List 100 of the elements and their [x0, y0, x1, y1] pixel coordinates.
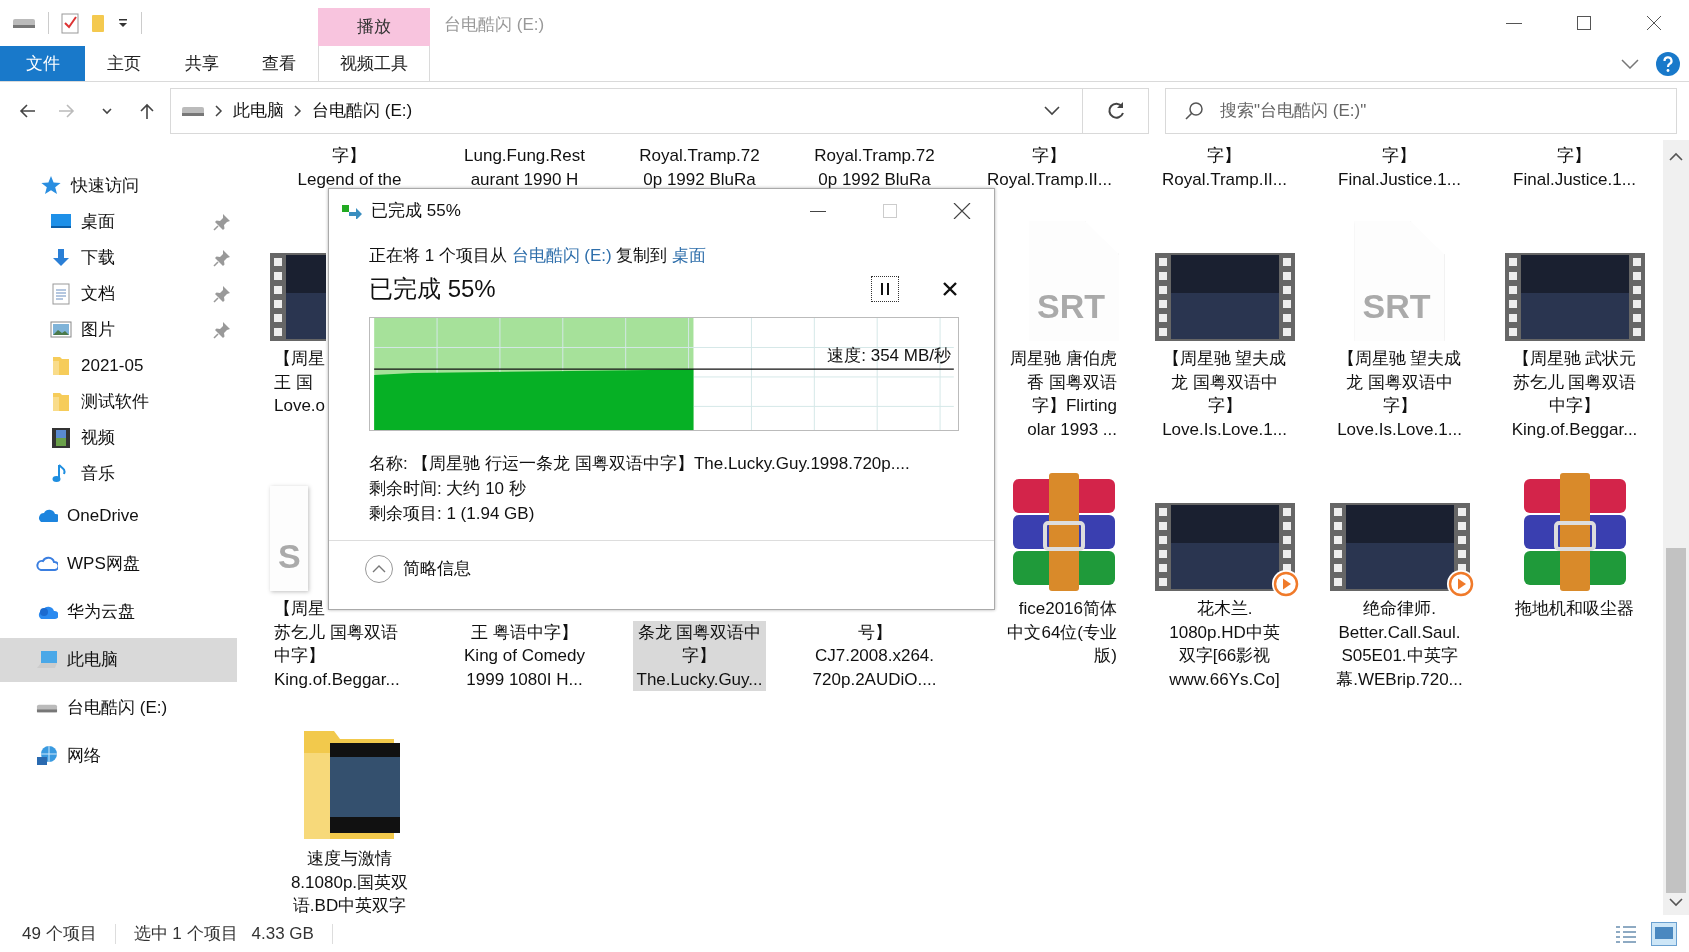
cancel-button[interactable]: [943, 281, 957, 296]
file-name[interactable]: 字】 Royal.Tramp.II...: [1158, 144, 1291, 191]
breadcrumb-item[interactable]: 台电酷闪 (E:): [312, 98, 413, 124]
selection-size: 4.33 GB: [251, 922, 314, 945]
sidebar-item[interactable]: 桌面: [0, 204, 237, 240]
search-field[interactable]: 搜索"台电酷闪 (E:)": [1165, 88, 1677, 134]
context-tab-header: 播放: [318, 8, 430, 46]
sidebar-label: 桌面: [81, 211, 115, 234]
ribbon-tab[interactable]: 视频工具: [318, 46, 430, 81]
maximize-icon: [881, 203, 899, 219]
sidebar-item[interactable]: 2021-05: [0, 348, 237, 384]
chevron-right-icon: [215, 105, 223, 117]
file-name[interactable]: 号】 CJ7.2008.x264. 720p.2AUDiO....: [808, 620, 941, 691]
source-link[interactable]: 台电酷闪 (E:): [511, 246, 612, 265]
large-icons-view-icon[interactable]: [1651, 921, 1677, 946]
picture-icon: [50, 319, 72, 341]
destination-link[interactable]: 桌面: [672, 246, 707, 265]
file-type-label: S: [278, 539, 301, 573]
file-name[interactable]: Royal.Tramp.72 0p 1992 BluRa: [810, 144, 939, 191]
file-type-label: SRT: [1362, 289, 1431, 323]
file-name[interactable]: 速度与激情 8.1080p.国英双 语.BD中英双字: [286, 847, 413, 915]
file-name[interactable]: 条龙 国粤双语中 字】 The.Lucky.Guy...: [632, 620, 767, 691]
pause-icon: [880, 282, 890, 295]
sidebar-item[interactable]: 快速访问: [0, 168, 237, 204]
ribbon-tab[interactable]: 共享: [162, 46, 241, 81]
sidebar-label: 图片: [81, 319, 115, 342]
ribbon-tab[interactable]: 文件: [0, 46, 85, 81]
dropdown-chevron-icon[interactable]: [1044, 106, 1060, 116]
file-name[interactable]: 字】 Legend of the: [293, 144, 406, 191]
sidebar-item[interactable]: OneDrive: [0, 492, 237, 540]
help-icon[interactable]: [1655, 50, 1681, 77]
ribbon-tab[interactable]: 主页: [85, 46, 163, 81]
document-icon: [50, 283, 72, 305]
computer-icon: [36, 649, 58, 671]
file-name[interactable]: 字】 Final.Justice.1...: [1509, 144, 1640, 191]
sidebar-label: 此电脑: [67, 649, 118, 672]
drive-icon: [12, 16, 36, 30]
minimize-icon: [810, 210, 826, 212]
sidebar-item[interactable]: WPS网盘: [0, 540, 237, 588]
sidebar-label: 下载: [81, 247, 115, 270]
selection-info: 选中 1 个项目: [133, 922, 238, 945]
sidebar-label: 网络: [67, 745, 101, 768]
file-name[interactable]: 绝命律师. Better.Call.Saul. S05E01.中英字 幕.WEBrip.720...: [1332, 597, 1467, 691]
sidebar-item[interactable]: 文档: [0, 276, 237, 312]
checklist-icon[interactable]: [61, 12, 79, 34]
sidebar-item[interactable]: 此电脑: [0, 638, 237, 682]
file-name[interactable]: 拖地机和吸尘器: [1511, 597, 1638, 621]
collapse-button[interactable]: [365, 554, 393, 583]
file-name[interactable]: 字】 Royal.Tramp.II...: [983, 144, 1116, 191]
file-name[interactable]: 【周星驰 望夫成 龙 国粤双语中 字】 Love.Is.Love.1...: [1158, 347, 1291, 441]
minimize-icon: [1506, 22, 1522, 24]
sidebar-item[interactable]: 视频: [0, 420, 237, 456]
close-icon: [1645, 15, 1663, 31]
file-name[interactable]: Royal.Tramp.72 0p 1992 BluRa: [635, 144, 764, 191]
details-view-icon[interactable]: [1615, 923, 1637, 944]
sidebar-label: WPS网盘: [67, 553, 140, 576]
maximize-icon: [1575, 15, 1593, 31]
dropdown-icon[interactable]: [117, 18, 129, 28]
scroll-down-icon[interactable]: [1669, 897, 1683, 907]
sidebar-item[interactable]: 网络: [0, 732, 237, 780]
file-name[interactable]: 字】 Final.Justice.1...: [1334, 144, 1465, 191]
breadcrumb-item[interactable]: 此电脑: [233, 98, 284, 124]
sidebar-item[interactable]: 测试软件: [0, 384, 237, 420]
folder-icon: [50, 355, 72, 377]
file-name[interactable]: 【周星驰 武状元 苏乞儿 国粤双语 中字】 King.of.Beggar...: [1507, 347, 1642, 441]
close-icon: [943, 281, 957, 296]
sidebar-label: 2021-05: [81, 355, 144, 378]
file-name[interactable]: Lung.Fung.Rest aurant 1990 H: [460, 144, 589, 191]
search-icon: [1184, 101, 1204, 121]
sidebar-label: 快速访问: [71, 175, 139, 198]
copy-status-text: 正在将 1 个项目从 台电酷闪 (E:) 复制到 桌面: [369, 245, 708, 267]
sidebar-label: 台电酷闪 (E:): [67, 697, 168, 720]
fewer-details-label[interactable]: 简略信息: [403, 555, 471, 582]
scroll-up-icon[interactable]: [1669, 152, 1683, 162]
pause-button[interactable]: [871, 275, 899, 302]
file-name[interactable]: 花木兰. 1080p.HD中英 双字[66影视 www.66Ys.Co]: [1165, 597, 1284, 691]
file-name[interactable]: fice2016简体 中文64位(专业 版): [1003, 597, 1137, 668]
file-name[interactable]: 王 粤语中字】 King of Comedy 1999 1080I H...: [460, 620, 589, 691]
sidebar-item[interactable]: 图片: [0, 312, 237, 348]
sidebar-label: 测试软件: [81, 391, 149, 414]
chevron-right-icon: [294, 105, 302, 117]
detail-line: 剩余项目: 1 (1.94 GB): [369, 502, 536, 525]
sidebar-item[interactable]: 下载: [0, 240, 237, 276]
film-icon: [50, 427, 72, 449]
file-name[interactable]: 周星驰 唐伯虎 香 国粤双语 字】Flirting olar 1993 ...: [1006, 347, 1137, 441]
detail-line: 名称: 【周星驰 行运一条龙 国粤双语中字】The.Lucky.Guy.1998.720p....: [369, 452, 911, 475]
chevron-down-icon[interactable]: [1621, 58, 1639, 69]
file-name[interactable]: 【周星驰 望夫成 龙 国粤双语中 字】 Love.Is.Love.1...: [1333, 347, 1466, 441]
file-name[interactable]: 【周星 王 国 Love.o: [262, 347, 330, 418]
sidebar-item[interactable]: 华为云盘: [0, 588, 237, 636]
scrollbar[interactable]: [1663, 140, 1689, 915]
sidebar-item[interactable]: 台电酷闪 (E:): [0, 684, 237, 732]
globe-computer-icon: [36, 745, 58, 767]
address-bar[interactable]: 此电脑 台电酷闪 (E:): [170, 88, 1083, 134]
ribbon-tab[interactable]: 查看: [240, 46, 318, 81]
sidebar-item[interactable]: 音乐: [0, 456, 237, 492]
file-type-label: SRT: [1037, 289, 1105, 323]
refresh-button[interactable]: [1083, 88, 1149, 134]
sidebar-label: 华为云盘: [67, 601, 135, 624]
drive-icon: [36, 703, 58, 713]
